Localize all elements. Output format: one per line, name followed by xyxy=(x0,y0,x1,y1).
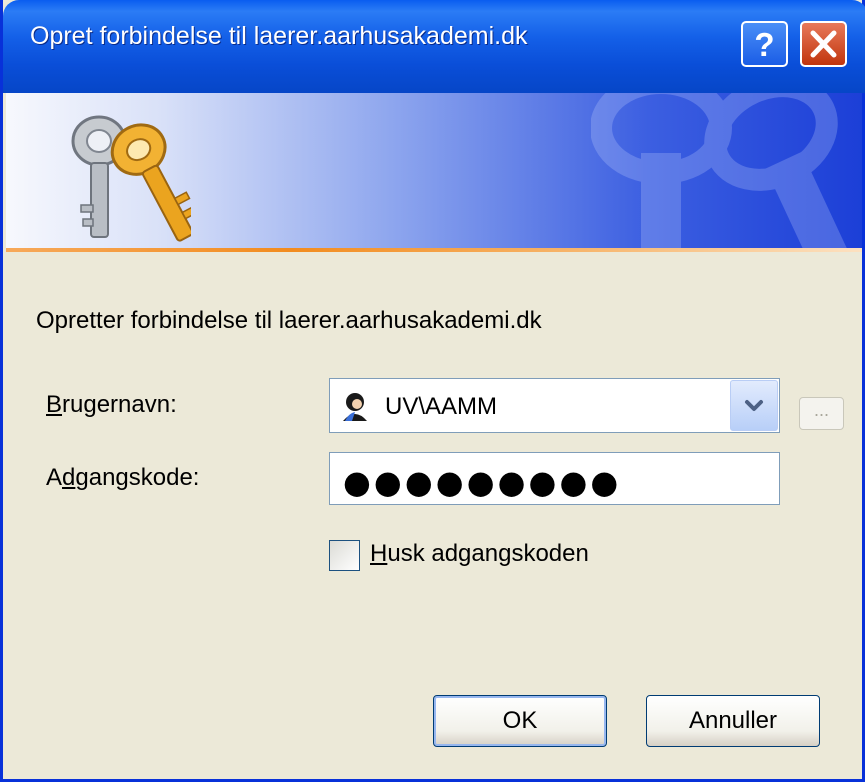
remember-label-accelerator: H xyxy=(370,540,388,567)
help-button[interactable]: ? xyxy=(741,21,788,67)
cancel-button[interactable]: Annuller xyxy=(646,695,820,747)
ok-button[interactable]: OK xyxy=(433,695,607,747)
remember-password-checkbox[interactable] xyxy=(329,540,360,571)
username-label-accelerator: B xyxy=(46,391,63,418)
browse-users-button[interactable]: ... xyxy=(799,397,844,430)
question-mark-icon: ? xyxy=(754,26,774,63)
password-label-prefix: A xyxy=(46,464,63,491)
svg-text:?: ? xyxy=(754,26,774,63)
dialog-window: Opret forbindelse til laerer.aarhusakade… xyxy=(0,0,865,782)
title-bar[interactable]: Opret forbindelse til laerer.aarhusakade… xyxy=(3,0,865,93)
password-label-text: gangskode: xyxy=(75,464,200,491)
username-label-text: rugernavn: xyxy=(62,391,177,418)
password-masked-value: ●●●●●●●●● xyxy=(343,463,622,501)
close-x-icon xyxy=(810,30,837,58)
username-label: Brugernavn: xyxy=(46,391,177,419)
user-avatar-icon xyxy=(343,393,367,421)
header-banner xyxy=(6,93,862,248)
window-title: Opret forbindelse til laerer.aarhusakade… xyxy=(30,22,528,50)
keys-watermark-icon xyxy=(591,93,849,248)
password-label-accelerator: d xyxy=(62,464,76,491)
banner-accent-stripe xyxy=(6,248,862,252)
connection-message: Opretter forbindelse til laerer.aarhusak… xyxy=(36,307,542,334)
remember-label-text: usk adgangskoden xyxy=(387,540,589,567)
username-dropdown-button[interactable] xyxy=(730,380,778,431)
keys-icon xyxy=(71,115,191,242)
username-combobox[interactable]: UV\AAMM xyxy=(329,378,780,433)
username-value: UV\AAMM xyxy=(385,393,498,420)
password-field[interactable]: ●●●●●●●●● xyxy=(329,452,780,505)
remember-password-label[interactable]: Husk adgangskoden xyxy=(370,540,589,568)
close-button[interactable] xyxy=(800,21,847,67)
chevron-down-icon xyxy=(745,400,763,411)
password-label: Adgangskode: xyxy=(46,464,199,492)
